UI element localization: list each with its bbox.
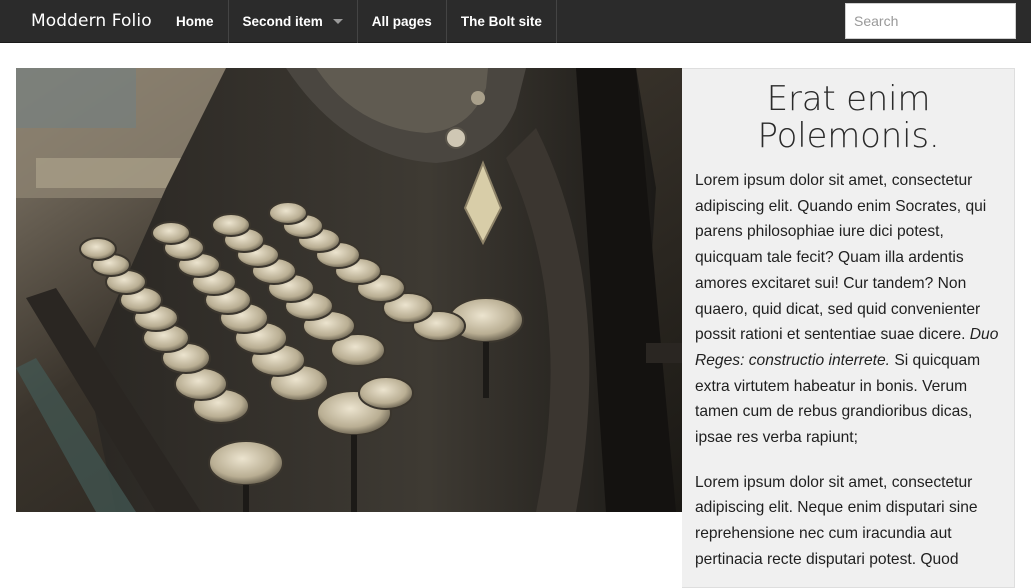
typewriter-photo — [16, 68, 682, 512]
top-navbar: Moddern Folio Home Second item All pages… — [0, 0, 1031, 43]
nav-item-home[interactable]: Home — [162, 0, 229, 43]
hero-image — [16, 68, 682, 512]
nav-item-all-pages[interactable]: All pages — [358, 0, 447, 43]
chevron-down-icon — [332, 19, 343, 24]
nav-item-label: Second item — [242, 14, 323, 29]
nav-item-label: All pages — [371, 14, 432, 29]
article-panel: Erat enim Polemonis. Lorem ipsum dolor s… — [682, 68, 1015, 588]
nav-item-label: The Bolt site — [460, 14, 542, 29]
article-paragraph-2: Lorem ipsum dolor sit amet, consectetur … — [695, 473, 978, 568]
nav-item-bolt-site[interactable]: The Bolt site — [447, 0, 557, 43]
nav-item-second-item[interactable]: Second item — [229, 0, 358, 43]
article-title: Erat enim Polemonis. — [757, 79, 940, 156]
main-nav: Home Second item All pages The Bolt site — [162, 0, 557, 43]
paragraph-text: Lorem ipsum dolor sit amet, consectetur … — [695, 172, 987, 344]
nav-item-label: Home — [176, 14, 214, 29]
search-input[interactable] — [845, 3, 1016, 39]
article-paragraph-1: Lorem ipsum dolor sit amet, consectetur … — [695, 168, 1002, 451]
site-brand[interactable]: Moddern Folio — [31, 0, 152, 43]
